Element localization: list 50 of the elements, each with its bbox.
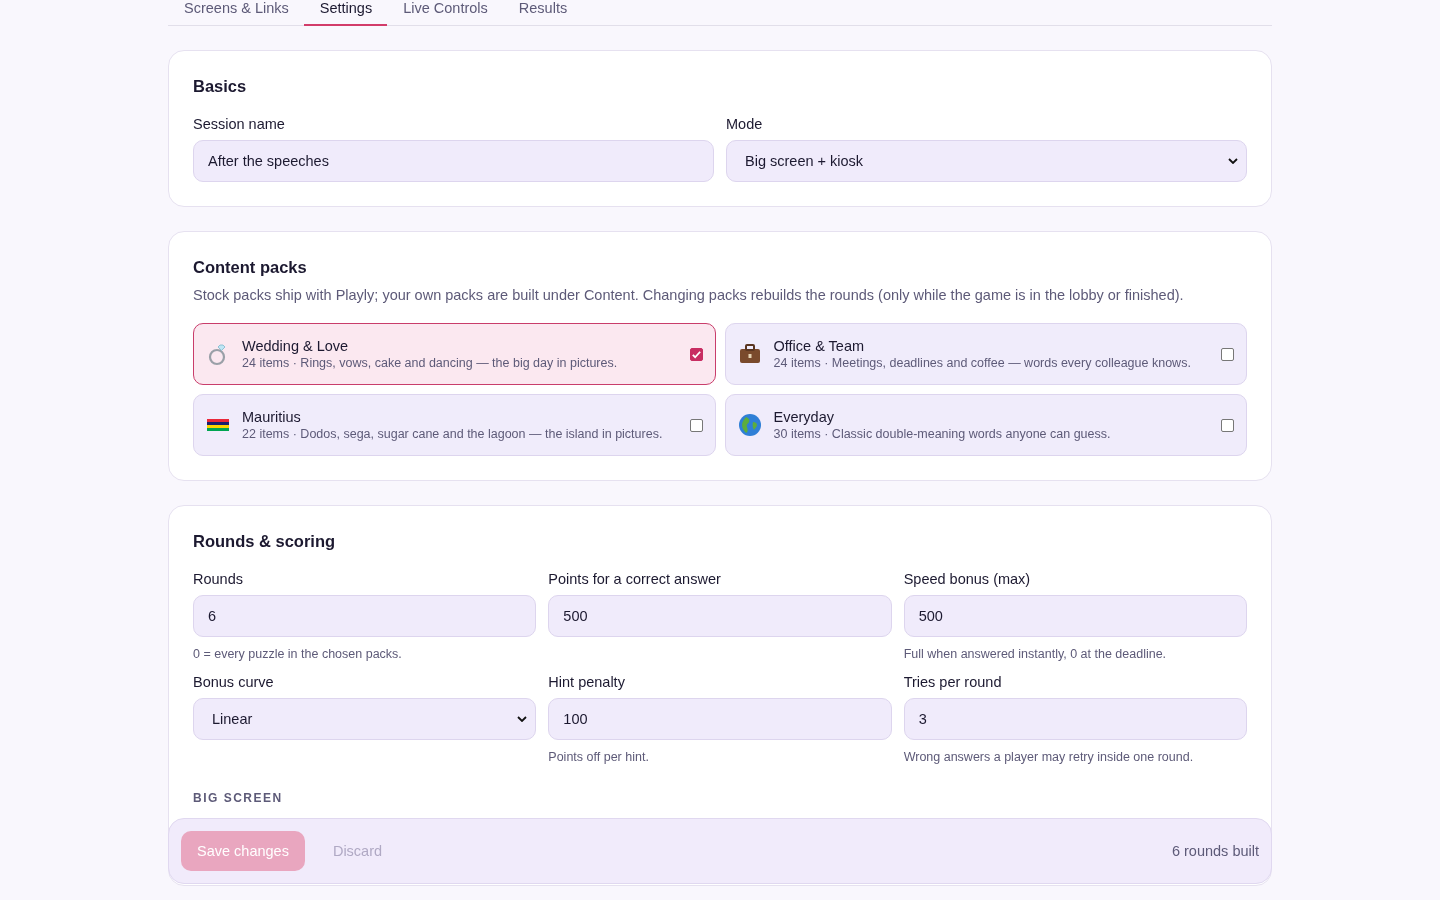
field-label: Hint penalty <box>548 674 626 690</box>
status-text: 6 rounds built <box>1171 843 1259 859</box>
pack-name: Everyday <box>773 409 835 425</box>
field-label: Speed bonus (max) <box>903 571 1032 587</box>
number-field[interactable]: 500 <box>903 595 1247 637</box>
subsection-heading: BIG SCREEN <box>193 791 284 805</box>
session-name-field[interactable]: After the speeches <box>193 140 714 182</box>
field-hint: Wrong answers a player may retry inside one round. <box>903 750 1194 764</box>
pack-name: Office & Team <box>773 338 866 354</box>
section-title: Rounds & scoring <box>193 532 337 551</box>
field-label: Rounds <box>193 571 244 587</box>
chevron-down-icon <box>517 716 528 722</box>
pack-card[interactable]: Mauritius 22 items · Dodos, sega, sugar cane and the lagoon — the island in pictures. <box>193 394 716 456</box>
field-hint: 0 = every puzzle in the chosen packs. <box>193 647 402 661</box>
pack-name: Wedding & Love <box>242 338 350 354</box>
pack-card[interactable]: Office & Team 24 items · Meetings, deadlines and coffee — words every colleague knows. <box>724 323 1247 385</box>
number-field[interactable]: 100 <box>548 698 892 740</box>
tab[interactable]: Screens & Links <box>168 0 304 26</box>
field-label: Mode <box>726 116 764 132</box>
globe-icon <box>737 413 762 437</box>
pack-checkbox[interactable] <box>689 418 703 432</box>
section-title: Content packs <box>193 258 308 277</box>
pack-details: 24 items · Rings, vows, cake and dancing — the big day in pictures. <box>242 356 619 370</box>
field-label: Points for a correct answer <box>548 571 722 587</box>
pack-details: 24 items · Meetings, deadlines and coffee — words every colleague knows. <box>773 356 1192 370</box>
chevron-down-icon <box>1228 158 1238 164</box>
pack-card[interactable]: Wedding & Love 24 items · Rings, vows, cake and dancing — the big day in pictures. <box>193 323 716 385</box>
pack-checkbox[interactable] <box>1221 347 1234 361</box>
number-field[interactable]: 6 <box>193 595 537 637</box>
pack-details: 22 items · Dodos, sega, sugar cane and the lagoon — the island in pictures. <box>242 427 664 441</box>
pack-checkbox[interactable] <box>1221 418 1234 432</box>
field-hint: Points off per hint. <box>548 750 649 764</box>
pack-name: Mauritius <box>242 409 302 425</box>
tab[interactable]: Live Controls <box>387 0 503 26</box>
pack-details: 30 items · Classic double-meaning words anyone can guess. <box>773 427 1112 441</box>
tab[interactable]: Results <box>502 0 583 26</box>
pack-card[interactable]: Everyday 30 items · Classic double-meaning words anyone can guess. <box>724 394 1247 456</box>
mode-dropdown[interactable]: Big screen + kiosk <box>726 140 1247 182</box>
dropdown[interactable]: Linear <box>193 698 537 740</box>
section-title: Basics <box>193 77 248 96</box>
field-hint: Full when answered instantly, 0 at the deadline. <box>903 647 1167 661</box>
tab[interactable]: Settings <box>303 0 388 26</box>
briefcase-icon <box>737 342 762 366</box>
section-description: Stock packs ship with Playly; your own packs are built under Content. Changing packs rebuilds the rounds (only while the game is in the lobby or finished). <box>193 287 1185 303</box>
field-label: Tries per round <box>903 674 1003 690</box>
field-label: Session name <box>193 116 286 132</box>
number-field[interactable]: 3 <box>903 698 1247 740</box>
number-field[interactable]: 500 <box>548 595 892 637</box>
field-label: Bonus curve <box>193 674 275 690</box>
pack-checkbox[interactable] <box>689 347 703 361</box>
